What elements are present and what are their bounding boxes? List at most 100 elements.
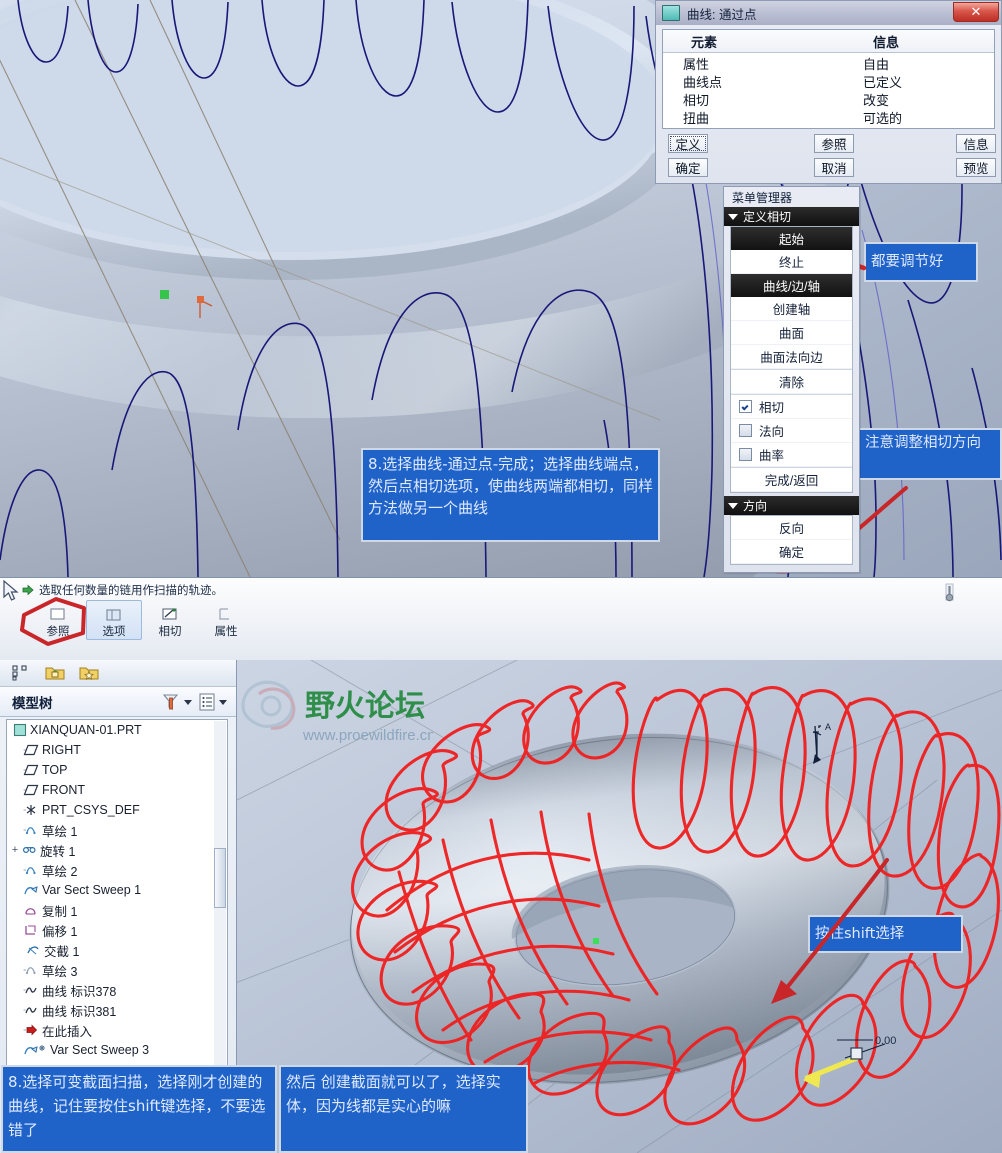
folder-lock-icon[interactable]	[42, 662, 68, 684]
dimension-label: 0.00	[875, 1035, 896, 1047]
tree-item-curve-381[interactable]: 曲线 标识381	[7, 1000, 227, 1020]
menu-item-label: 法向	[759, 425, 785, 439]
sweep-icon	[24, 886, 38, 895]
tree-item-revolve-1[interactable]: + 旋转 1	[7, 840, 227, 860]
close-icon[interactable]: ✕	[953, 2, 999, 22]
table-row[interactable]: 属性 自由	[663, 54, 994, 72]
tree-item-label: Var Sect Sweep 3	[50, 1043, 150, 1057]
dashboard-tabs: 参照 选项 相切 属性	[30, 600, 254, 643]
menu-item-list-direction: 反向 确定	[730, 515, 853, 565]
note-hold-shift: 按住shift选择	[808, 915, 963, 953]
dialog-buttons: 定义 确定 参照 取消 信息 预览	[662, 134, 996, 180]
menu-group-direction[interactable]: 方向	[724, 496, 859, 515]
datum-plane-icon	[23, 764, 39, 776]
tree-item-label: 草绘 3	[42, 964, 78, 979]
menu-item-done-return[interactable]: 完成/返回	[731, 467, 852, 492]
ok-button[interactable]: 确定	[668, 158, 708, 177]
filter-button[interactable]	[160, 692, 193, 712]
tab-label: 属性	[214, 626, 238, 638]
menu-item-curvature[interactable]: 曲率	[731, 443, 852, 467]
tree-item-var-sect-sweep-3[interactable]: Var Sect Sweep 3	[7, 1040, 227, 1060]
expander-plus[interactable]: +	[9, 844, 21, 856]
preview-button[interactable]: 预览	[956, 158, 996, 177]
menu-group-label: 定义相切	[743, 210, 792, 224]
menu-item-normal[interactable]: 法向	[731, 419, 852, 443]
menu-item-clear[interactable]: 清除	[731, 369, 852, 394]
checkbox-on-icon[interactable]	[739, 400, 752, 413]
menu-item-tangent[interactable]: 相切	[731, 394, 852, 419]
chevron-down-icon	[219, 699, 227, 705]
tree-item-root[interactable]: XIANQUAN-01.PRT	[7, 720, 227, 740]
tab-label: 相切	[158, 626, 182, 638]
tree-item-right[interactable]: RIGHT	[7, 740, 227, 760]
cell-element: 曲线点	[683, 75, 723, 90]
menu-item-curve-edge-axis[interactable]: 曲线/边/轴	[731, 274, 852, 297]
menu-item-surface[interactable]: 曲面	[731, 321, 852, 345]
table-row[interactable]: 相切 改变	[663, 90, 994, 108]
cancel-button[interactable]: 取消	[814, 158, 854, 177]
dashboard-message: 选取任何数量的链用作扫描的轨迹。	[22, 581, 223, 599]
define-button[interactable]: 定义	[668, 134, 708, 153]
note-create-section: 然后 创建截面就可以了，选择实体，因为线都是实心的嘛	[279, 1065, 528, 1153]
tree-item-curve-378[interactable]: 曲线 标识378	[7, 980, 227, 1000]
curve-through-points-dialog[interactable]: 曲线: 通过点 ✕ 元素 信息 属性 自由 曲线点 已定义 相切 改变 扭曲 可…	[655, 0, 1002, 184]
checkbox-off-icon[interactable]	[739, 448, 752, 461]
model-tree-title: 模型树	[12, 695, 53, 711]
tree-item-label: XIANQUAN-01.PRT	[30, 723, 142, 737]
tree-item-insert-here[interactable]: 在此插入	[7, 1020, 227, 1040]
tree-item-sketch-3[interactable]: 草绘 3	[7, 960, 227, 980]
tree-item-top[interactable]: TOP	[7, 760, 227, 780]
tree-item-label: 草绘 2	[42, 864, 78, 879]
part-icon	[13, 723, 27, 737]
tab-options[interactable]: 选项	[86, 600, 142, 640]
feature-dashboard[interactable]: 选取任何数量的链用作扫描的轨迹。 参照 选项 相切 属性	[0, 577, 1002, 662]
menu-item-create-axis[interactable]: 创建轴	[731, 297, 852, 321]
tree-scrollbar-thumb[interactable]	[214, 848, 226, 908]
tree-item-sketch-2[interactable]: 草绘 2	[7, 860, 227, 880]
dialog-titlebar[interactable]: 曲线: 通过点 ✕	[656, 1, 1001, 25]
tree-item-label: TOP	[42, 763, 68, 777]
model-tree-toolbar[interactable]	[0, 660, 236, 687]
tree-item-csys[interactable]: PRT_CSYS_DEF	[7, 800, 227, 820]
note-step8-sweep: 8.选择可变截面扫描，选择刚才创建的曲线，记住要按住shift键选择，不要选错了	[1, 1065, 277, 1153]
folder-star-icon[interactable]	[76, 662, 102, 684]
tree-item-label: 复制 1	[42, 904, 78, 919]
info-button[interactable]: 信息	[956, 134, 996, 153]
menu-item-start[interactable]: 起始	[731, 227, 852, 250]
screenshot-root: 8.选择曲线-通过点-完成；选择曲线端点，然后点相切选项，使曲线两端都相切，同样…	[0, 0, 1002, 1153]
note-tangent-dir: 注意调整相切方向	[858, 428, 1002, 480]
chevron-down-icon	[728, 213, 738, 220]
table-row[interactable]: 扭曲 可选的	[663, 108, 994, 126]
intersect-icon	[27, 946, 39, 955]
tree-item-var-sect-sweep-1[interactable]: Var Sect Sweep 1	[7, 880, 227, 900]
dialog-title: 曲线: 通过点	[687, 7, 757, 22]
copy-icon	[25, 908, 36, 915]
curve-dialog-icon	[662, 5, 680, 21]
table-row[interactable]: 曲线点 已定义	[663, 72, 994, 90]
thermometer-icon[interactable]	[938, 582, 962, 606]
insert-here-icon	[23, 1024, 38, 1036]
tree-item-front[interactable]: FRONT	[7, 780, 227, 800]
tree-item-offset-1[interactable]: 偏移 1	[7, 920, 227, 940]
tree-item-sketch-1[interactable]: 草绘 1	[7, 820, 227, 840]
display-settings-button[interactable]	[197, 692, 228, 712]
menu-item-surface-normal-edge[interactable]: 曲面法向边	[731, 345, 852, 369]
menu-item-end[interactable]: 终止	[731, 250, 852, 274]
tree-item-copy-1[interactable]: 复制 1	[7, 900, 227, 920]
tree-item-intersect-1[interactable]: 交截 1	[7, 940, 227, 960]
menu-item-flip[interactable]: 反向	[731, 516, 852, 540]
checkbox-off-icon[interactable]	[739, 424, 752, 437]
tree-item-label: 曲线 标识381	[42, 1004, 117, 1019]
references-icon	[49, 603, 67, 625]
layer-tree-icon[interactable]	[8, 662, 34, 684]
tab-references[interactable]: 参照	[30, 600, 86, 643]
menu-item-okay[interactable]: 确定	[731, 540, 852, 564]
properties-icon	[217, 603, 235, 625]
references-button[interactable]: 参照	[814, 134, 854, 153]
tab-tangency[interactable]: 相切	[142, 600, 198, 643]
menu-item-label: 曲率	[759, 449, 785, 463]
menu-manager[interactable]: 菜单管理器 定义相切 起始 终止 曲线/边/轴 创建轴 曲面 曲面法向边 清除 …	[723, 186, 860, 573]
menu-group-define-tangency[interactable]: 定义相切	[724, 207, 859, 226]
column-header-info: 信息	[873, 34, 900, 50]
tab-properties[interactable]: 属性	[198, 600, 254, 643]
